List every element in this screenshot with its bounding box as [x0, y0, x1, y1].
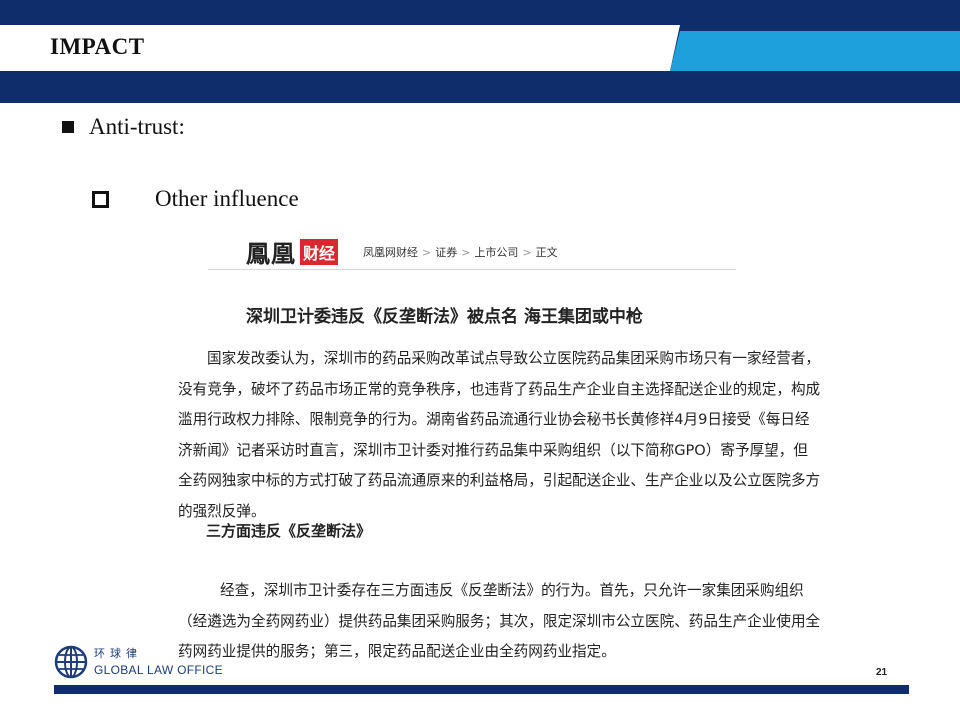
news-clipping: 鳳凰 财经 凤凰网财经 > 证券 > 上市公司 > 正文 深圳卫计委违反《反垄断法》被点名 … — [178, 226, 830, 666]
clipping-divider — [208, 269, 736, 270]
breadcrumb-separator: > — [522, 246, 532, 259]
breadcrumb-separator: > — [461, 246, 471, 259]
article-paragraph-2: 经查，深圳市卫计委存在三方面违反《反垄断法》的行为。首先，只允许一家集团采购组织… — [178, 582, 821, 660]
breadcrumb-item: 上市公司 — [474, 246, 519, 259]
article-subheading: 三方面违反《反垄断法》 — [206, 522, 372, 540]
global-law-office-logo: 环球律 GLOBAL LAW OFFICE — [54, 645, 223, 679]
page-number: 21 — [876, 667, 888, 678]
brand-tag-text: 财经 — [300, 238, 339, 265]
bullet-anti-trust-text: Anti-trust: — [89, 114, 185, 139]
brand-main-text: 鳳凰 — [246, 239, 296, 268]
article-headline: 深圳卫计委违反《反垄断法》被点名 海王集团或中枪 — [246, 307, 643, 327]
footer-band — [54, 685, 909, 694]
globe-icon — [54, 645, 88, 679]
breadcrumb-separator: > — [422, 246, 432, 259]
hollow-square-bullet-icon — [92, 190, 109, 208]
article-paragraph-1: 国家发改委认为，深圳市的药品采购改革试点导致公立医院药品集团采购市场只有一家经营… — [178, 350, 821, 520]
logo-chinese-name: 环球律 — [94, 647, 142, 660]
breadcrumb: 凤凰网财经 > 证券 > 上市公司 > 正文 — [363, 244, 558, 260]
breadcrumb-item: 证券 — [435, 246, 458, 259]
breadcrumb-item: 凤凰网财经 — [363, 246, 418, 259]
bullet-other-influence-text: Other influence — [155, 186, 299, 211]
ifeng-finance-logo: 鳳凰 财经 — [246, 234, 339, 269]
logo-english-name: GLOBAL LAW OFFICE — [94, 663, 223, 677]
bullet-other-influence: Other influence — [92, 186, 299, 212]
breadcrumb-item: 正文 — [535, 246, 558, 259]
filled-square-bullet-icon — [62, 121, 74, 133]
bullet-anti-trust: Anti-trust: — [62, 114, 185, 140]
slide-title: IMPACT — [50, 34, 145, 59]
